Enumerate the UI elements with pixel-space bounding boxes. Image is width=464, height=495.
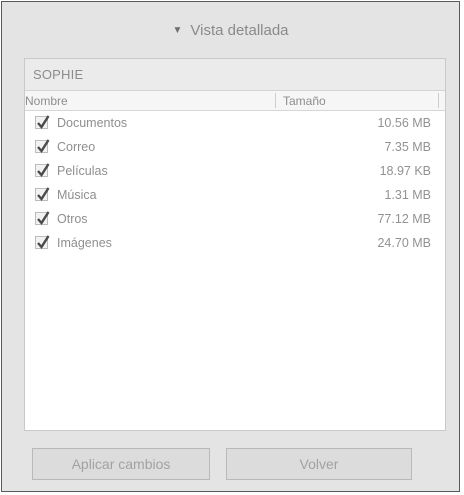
detailed-view-label: Vista detallada xyxy=(190,21,289,39)
column-divider[interactable] xyxy=(275,93,276,108)
item-size: 77.12 MB xyxy=(377,212,431,226)
file-category-list: SOPHIE Nombre Tamaño Documentos 10.56 MB… xyxy=(24,58,446,431)
triangle-down-icon: ▼ xyxy=(172,24,183,36)
checkmark-icon xyxy=(37,211,50,225)
item-label: Correo xyxy=(57,140,96,154)
device-name-bar: SOPHIE xyxy=(25,59,445,91)
list-item: Películas 18.97 KB xyxy=(25,159,445,183)
others-checkbox[interactable] xyxy=(35,211,50,225)
backup-detail-panel: ▼ Vista detallada SOPHIE Nombre Tamaño D… xyxy=(1,1,460,492)
checkmark-icon xyxy=(37,115,50,129)
item-size: 7.35 MB xyxy=(384,140,431,154)
mail-checkbox[interactable] xyxy=(35,139,50,153)
checkmark-icon xyxy=(37,139,50,153)
movies-checkbox[interactable] xyxy=(35,163,50,177)
music-checkbox[interactable] xyxy=(35,187,50,201)
item-label: Música xyxy=(57,188,97,202)
images-checkbox[interactable] xyxy=(35,235,50,249)
list-item: Música 1.31 MB xyxy=(25,183,445,207)
item-label: Otros xyxy=(57,212,88,226)
list-item: Documentos 10.56 MB xyxy=(25,111,445,135)
category-rows: Documentos 10.56 MB Correo 7.35 MB Pelíc… xyxy=(25,111,445,255)
column-header-size[interactable]: Tamaño xyxy=(283,94,326,108)
item-label: Documentos xyxy=(57,116,128,130)
column-header-name[interactable]: Nombre xyxy=(25,94,68,108)
column-divider[interactable] xyxy=(438,93,439,108)
column-header: Nombre Tamaño xyxy=(25,91,445,111)
item-size: 1.31 MB xyxy=(384,188,431,202)
apply-changes-button[interactable]: Aplicar cambios xyxy=(32,448,210,480)
checkmark-icon xyxy=(37,235,50,249)
item-size: 10.56 MB xyxy=(377,116,431,130)
back-button[interactable]: Volver xyxy=(226,448,412,480)
list-item: Imágenes 24.70 MB xyxy=(25,231,445,255)
item-size: 18.97 KB xyxy=(379,164,431,178)
item-size: 24.70 MB xyxy=(377,236,431,250)
checkmark-icon xyxy=(37,163,50,177)
documents-checkbox[interactable] xyxy=(35,115,50,129)
detailed-view-toggle[interactable]: ▼ Vista detallada xyxy=(2,2,459,58)
device-name: SOPHIE xyxy=(33,67,84,82)
list-item: Otros 77.12 MB xyxy=(25,207,445,231)
item-label: Películas xyxy=(57,164,108,178)
checkmark-icon xyxy=(37,187,50,201)
item-label: Imágenes xyxy=(57,236,112,250)
list-item: Correo 7.35 MB xyxy=(25,135,445,159)
